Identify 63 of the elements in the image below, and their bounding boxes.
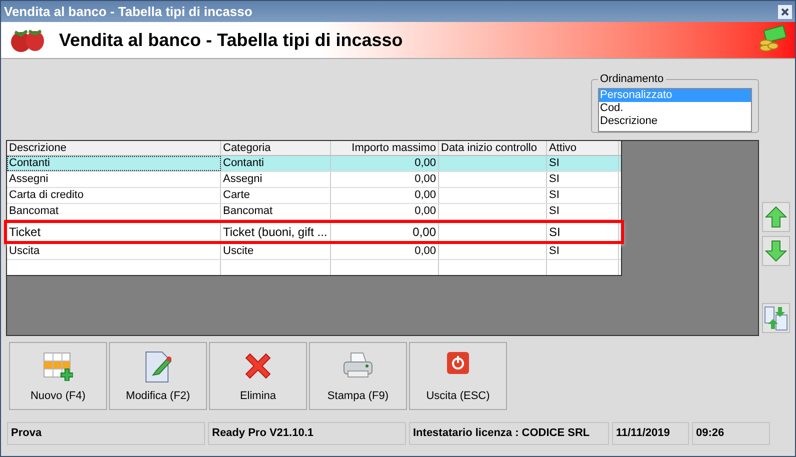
status-field: 09:26 bbox=[692, 422, 770, 445]
grid-plus-icon bbox=[43, 351, 73, 381]
category-cell: Contanti bbox=[221, 156, 331, 171]
amount-cell: 0,00 bbox=[331, 204, 439, 219]
description-cell: Contanti bbox=[7, 156, 221, 171]
status-field: 11/11/2019 bbox=[612, 422, 689, 445]
category-cell: Carte bbox=[221, 188, 331, 203]
description-cell: Bancomat bbox=[7, 204, 221, 219]
status-field: Ready Pro V21.10.1 bbox=[208, 422, 406, 445]
active-cell: SI bbox=[547, 204, 619, 219]
active-cell: SI bbox=[547, 172, 619, 187]
amount-cell: 0,00 bbox=[331, 172, 439, 187]
column-header[interactable]: Descrizione bbox=[7, 141, 221, 155]
status-field: Prova bbox=[7, 422, 205, 445]
arrow-down-icon bbox=[765, 240, 787, 262]
category-cell: Bancomat bbox=[221, 204, 331, 219]
column-header[interactable]: Attivo bbox=[547, 141, 619, 155]
table-row[interactable]: Bancomat Bancomat 0,00 SI bbox=[7, 204, 621, 220]
description-cell: Carta di credito bbox=[7, 188, 221, 203]
power-icon bbox=[446, 351, 470, 375]
table-row[interactable]: Uscita Uscite 0,00 SI bbox=[7, 244, 621, 260]
strawberries-icon bbox=[9, 27, 47, 53]
active-cell: SI bbox=[547, 244, 619, 259]
description-cell: Ticket bbox=[7, 223, 221, 241]
active-cell: SI bbox=[547, 156, 619, 171]
arrow-up-icon bbox=[765, 206, 787, 228]
category-cell: Assegni bbox=[221, 172, 331, 187]
toolbar-button[interactable]: Modifica (F2) bbox=[109, 342, 207, 410]
toolbar-button[interactable]: Stampa (F9) bbox=[309, 342, 407, 410]
description-cell: Assegni bbox=[7, 172, 221, 187]
toolbar-button[interactable]: Nuovo (F4) bbox=[9, 342, 107, 410]
swap-documents-icon bbox=[764, 305, 788, 331]
close-icon bbox=[781, 8, 789, 16]
move-down-button[interactable] bbox=[762, 236, 790, 266]
sort-option[interactable]: Cod. bbox=[599, 102, 751, 114]
x-icon bbox=[243, 351, 273, 381]
window-title: Vendita al banco - Tabella tipi di incasso bbox=[4, 2, 252, 21]
sort-label: Ordinamento bbox=[599, 72, 665, 87]
category-cell: Ticket (buoni, gift ... bbox=[221, 223, 331, 241]
active-cell: SI bbox=[547, 223, 619, 241]
description-cell: Uscita bbox=[7, 244, 221, 259]
table-row[interactable]: Carta di credito Carte 0,00 SI bbox=[7, 188, 621, 204]
table-row[interactable]: Contanti Contanti 0,00 SI bbox=[7, 156, 621, 172]
column-header[interactable]: Data inizio controllo bbox=[439, 141, 547, 155]
sort-option[interactable]: Descrizione bbox=[599, 114, 751, 128]
table-row[interactable]: Assegni Assegni 0,00 SI bbox=[7, 172, 621, 188]
close-button[interactable] bbox=[778, 4, 792, 18]
swap-button[interactable] bbox=[762, 303, 790, 333]
column-header[interactable]: Importo massimo bbox=[331, 141, 439, 155]
amount-cell: 0,00 bbox=[331, 188, 439, 203]
column-header[interactable]: Categoria bbox=[221, 141, 331, 155]
table-row[interactable]: Ticket Ticket (buoni, gift ... 0,00 SI bbox=[4, 220, 624, 244]
toolbar-button[interactable]: Elimina bbox=[209, 342, 307, 410]
move-up-button[interactable] bbox=[762, 202, 790, 232]
amount-cell: 0,00 bbox=[331, 223, 439, 241]
toolbar-button[interactable]: Uscita (ESC) bbox=[409, 342, 507, 410]
category-cell: Uscite bbox=[221, 244, 331, 259]
header-title: Vendita al banco - Tabella tipi di incasso bbox=[59, 28, 404, 52]
active-cell: SI bbox=[547, 188, 619, 203]
amount-cell: 0,00 bbox=[331, 244, 439, 259]
document-pencil-icon bbox=[143, 351, 173, 383]
status-field: Intestatario licenza : CODICE SRL bbox=[409, 422, 609, 445]
amount-cell: 0,00 bbox=[331, 156, 439, 171]
